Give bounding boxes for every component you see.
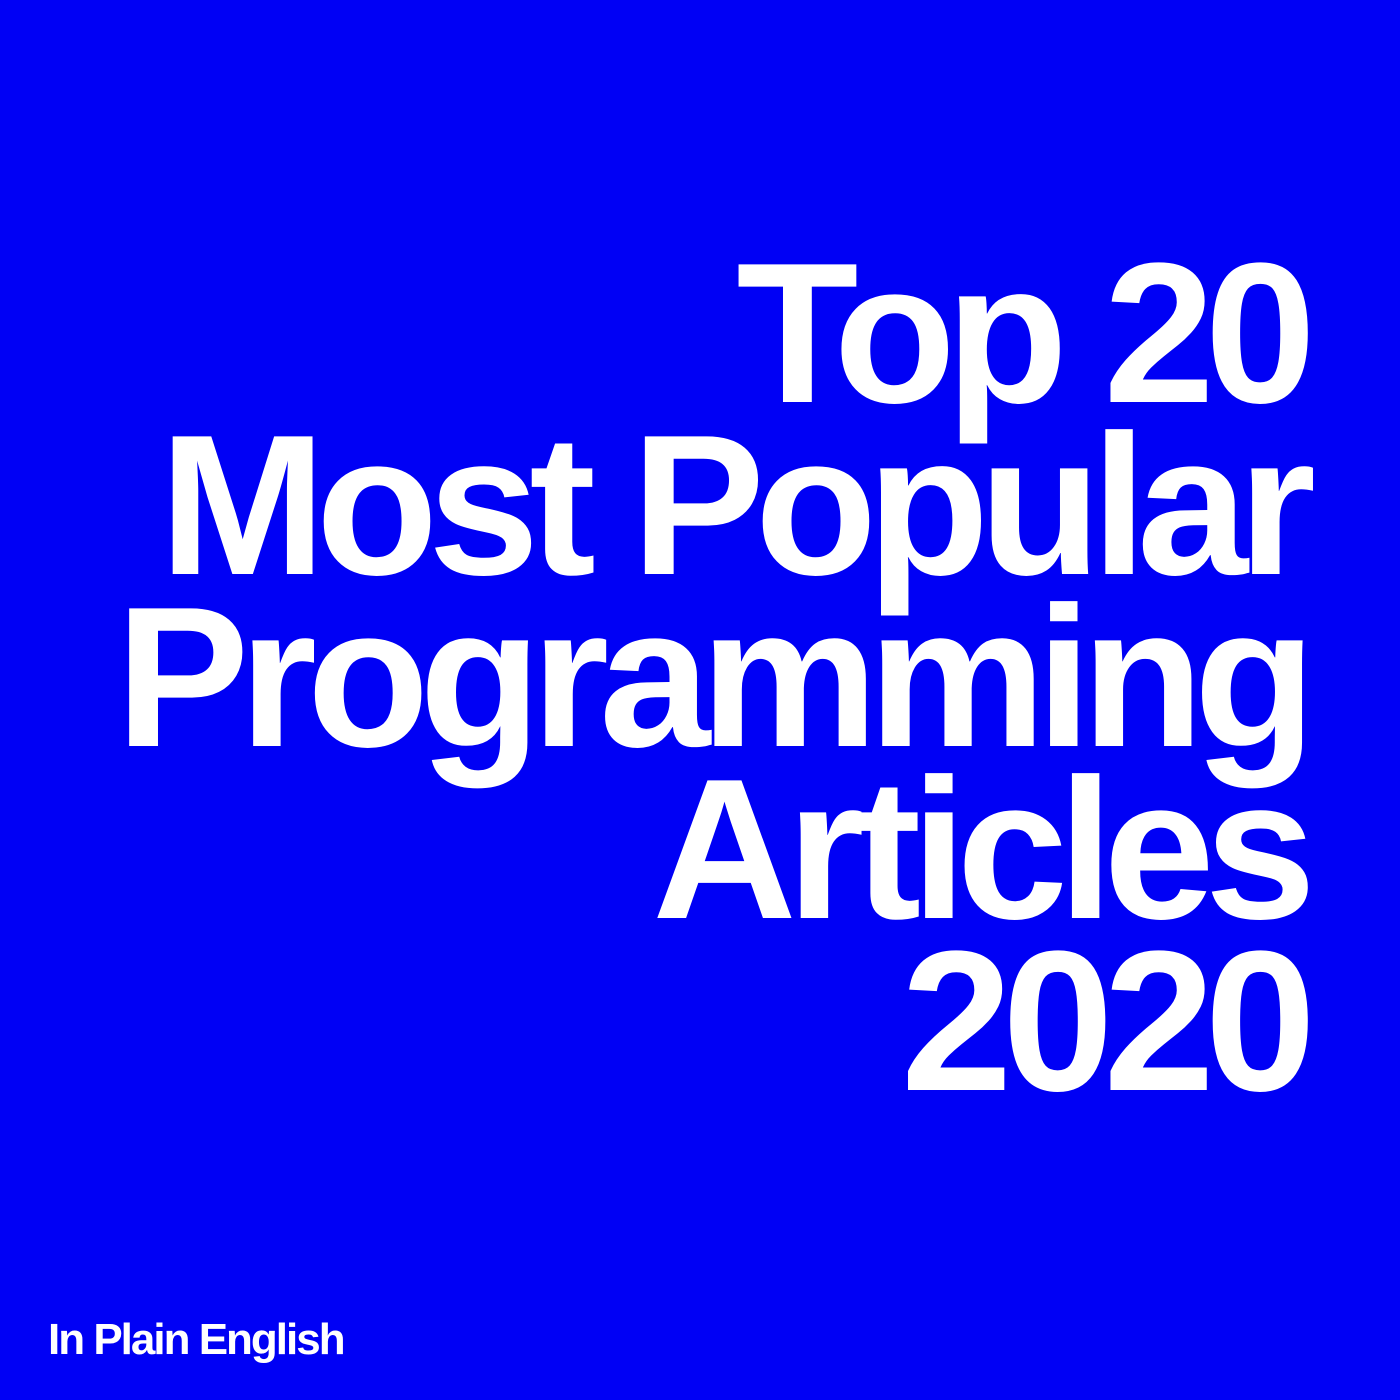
headline-line-5: 2020 — [901, 910, 1316, 1133]
headline: Top 20 Most Popular Programming Articles… — [46, 234, 1316, 1133]
brand-name: In Plain English — [48, 1315, 346, 1364]
poster-canvas: Top 20 Most Popular Programming Articles… — [0, 0, 1400, 1400]
